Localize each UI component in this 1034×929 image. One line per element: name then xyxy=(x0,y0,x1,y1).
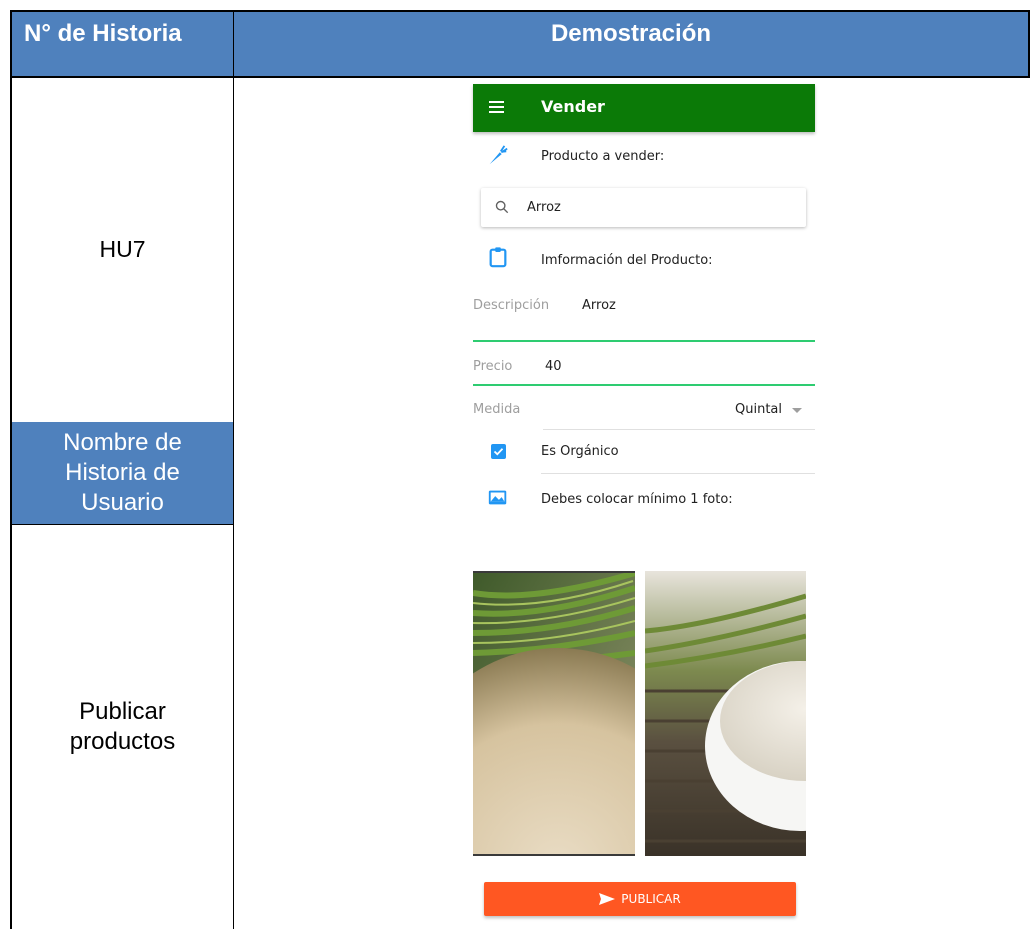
organic-checkbox[interactable] xyxy=(491,444,506,459)
phone-screen: Vender Producto a vender: Arroz Imformac… xyxy=(473,84,815,929)
description-label: Descripción xyxy=(473,298,550,313)
menu-icon[interactable] xyxy=(489,101,504,113)
search-value: Arroz xyxy=(527,200,561,215)
story-name-label-line: Historia de xyxy=(65,459,180,486)
clipboard-icon xyxy=(489,247,507,268)
product-section-label: Producto a vender: xyxy=(541,149,665,164)
header-story-number: N° de Historia xyxy=(10,10,234,78)
send-icon xyxy=(599,893,616,905)
story-name-line: Publicar xyxy=(79,697,166,725)
price-field[interactable]: Precio 40 xyxy=(473,357,815,387)
measure-value: Quintal xyxy=(735,402,782,417)
photos-section-label: Debes colocar mínimo 1 foto: xyxy=(541,492,733,507)
publish-button-label: PUBLICAR xyxy=(621,892,681,906)
measure-label: Medida xyxy=(473,402,521,417)
publish-button[interactable]: PUBLICAR xyxy=(484,882,796,916)
dropdown-arrow-icon xyxy=(792,408,802,413)
checkbox-checked-icon xyxy=(493,448,504,456)
product-search-input[interactable]: Arroz xyxy=(481,188,806,227)
measure-divider xyxy=(543,429,815,430)
measure-select[interactable]: Medida Quintal xyxy=(473,400,815,430)
info-section-label: Imformación del Producto: xyxy=(541,253,713,268)
image-icon xyxy=(488,490,507,505)
description-value: Arroz xyxy=(582,298,616,313)
story-name-label: Nombre de Historia de Usuario xyxy=(10,422,234,525)
story-name-label-line: Nombre de xyxy=(63,429,182,456)
search-icon xyxy=(495,200,509,214)
story-id: HU7 xyxy=(10,77,234,423)
story-name: Publicar productos xyxy=(10,524,234,929)
description-field[interactable]: Descripción Arroz xyxy=(473,296,815,344)
rice-grains-photo xyxy=(473,573,635,854)
carrot-icon xyxy=(489,145,508,165)
product-photo[interactable] xyxy=(645,571,806,856)
header-demo: Demostración xyxy=(233,10,1030,78)
price-value: 40 xyxy=(545,359,562,374)
story-name-label-line: Usuario xyxy=(81,489,164,516)
story-name-line: productos xyxy=(69,727,176,755)
description-underline xyxy=(473,340,815,342)
product-photo[interactable] xyxy=(473,571,635,856)
price-underline xyxy=(473,384,815,386)
app-bar: Vender xyxy=(473,84,815,132)
app-title: Vender xyxy=(541,97,605,116)
organic-divider xyxy=(541,473,815,474)
organic-label: Es Orgánico xyxy=(541,444,619,459)
price-label: Precio xyxy=(473,359,513,374)
rice-bowl-photo xyxy=(645,571,806,856)
